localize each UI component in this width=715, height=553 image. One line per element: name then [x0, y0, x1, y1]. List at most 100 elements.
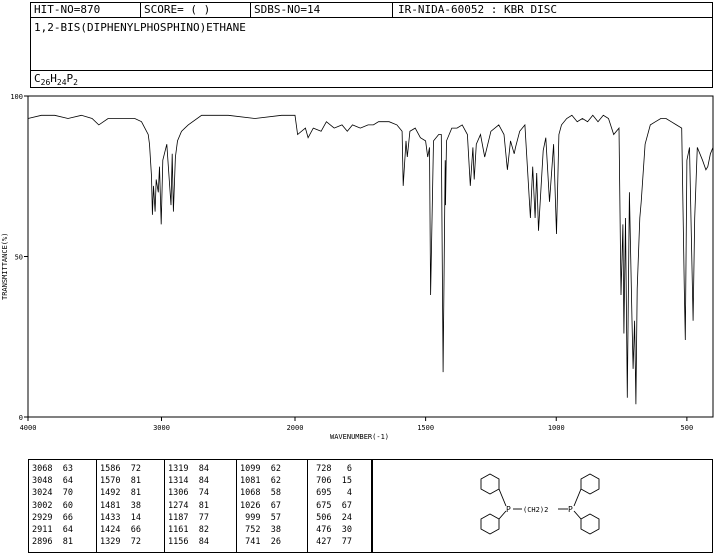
peak-wavenumber: 1026	[240, 500, 261, 511]
peak-intensity: 14	[120, 512, 141, 523]
peak-wavenumber: 728	[311, 464, 332, 474]
peak-entry: 695 4	[311, 488, 352, 499]
peak-entry: 1424 66	[100, 525, 141, 536]
peak-intensity: 60	[52, 500, 73, 511]
phenyl-ring-upper-left	[480, 473, 500, 495]
peak-entry: 1274 81	[168, 501, 209, 512]
peak-entry: 741 26	[240, 537, 281, 548]
phosphorus-right: P	[568, 505, 573, 514]
y-tick-label: 50	[15, 254, 23, 262]
peak-wavenumber: 476	[311, 525, 332, 535]
peak-intensity: 74	[188, 488, 209, 499]
peak-intensity: 15	[331, 476, 352, 487]
peak-wavenumber: 1481	[100, 500, 121, 511]
peak-wavenumber: 706	[311, 476, 332, 487]
peak-intensity: 6	[331, 464, 352, 474]
peak-wavenumber: 1319	[168, 464, 189, 474]
peak-intensity: 72	[120, 464, 141, 474]
peak-intensity: 66	[52, 512, 73, 523]
peak-entry: 2929 66	[32, 513, 73, 524]
x-axis-ticks: 4000 3000 2000 1500 1000 500	[20, 417, 693, 432]
structure-diagram: P (CH2)2 P	[480, 473, 600, 535]
peak-wavenumber: 1156	[168, 537, 189, 548]
peak-entry: 1570 81	[100, 476, 141, 487]
peak-entry: 3002 60	[32, 501, 73, 512]
peak-entry: 427 77	[311, 537, 352, 548]
peak-entry: 1099 62	[240, 464, 281, 475]
peak-entry: 1306 74	[168, 488, 209, 499]
spectrum-line	[27, 114, 714, 405]
peak-wavenumber: 427	[311, 537, 332, 548]
peak-entry: 1586 72	[100, 464, 141, 475]
ethylene-bridge: (CH2)2	[523, 506, 548, 514]
peak-intensity: 67	[260, 500, 281, 511]
peak-intensity: 64	[52, 525, 73, 535]
peak-entry: 476 30	[311, 525, 352, 536]
peak-entry: 752 38	[240, 525, 281, 536]
y-axis-ticks: 100 50 0	[10, 93, 28, 422]
peak-intensity: 82	[188, 525, 209, 535]
phenyl-ring-lower-right	[580, 513, 600, 535]
peak-intensity: 38	[260, 525, 281, 535]
peak-wavenumber: 1081	[240, 476, 261, 487]
peak-intensity: 57	[260, 512, 281, 523]
peak-wavenumber: 1570	[100, 476, 121, 487]
peak-entry: 706 15	[311, 476, 352, 487]
peak-entry: 2911 64	[32, 525, 73, 536]
peak-entry: 3068 63	[32, 464, 73, 475]
peak-entry: 999 57	[240, 513, 281, 524]
y-tick-label: 100	[10, 93, 23, 101]
peak-entry: 1492 81	[100, 488, 141, 499]
peak-entry: 506 24	[311, 513, 352, 524]
peak-entry: 2896 81	[32, 537, 73, 548]
peak-intensity: 30	[331, 525, 352, 535]
peak-intensity: 72	[120, 537, 141, 548]
peak-intensity: 24	[331, 512, 352, 523]
peak-entry: 1068 58	[240, 488, 281, 499]
peak-entry: 1433 14	[100, 513, 141, 524]
peak-wavenumber: 1068	[240, 488, 261, 499]
peak-intensity: 38	[120, 500, 141, 511]
peak-intensity: 66	[120, 525, 141, 535]
phenyl-ring-lower-left	[480, 513, 500, 535]
peak-entry: 3024 70	[32, 488, 73, 499]
bond	[573, 488, 582, 507]
peak-entry: 1329 72	[100, 537, 141, 548]
peak-wavenumber: 3024	[32, 488, 53, 499]
peak-wavenumber: 2896	[32, 537, 53, 548]
peak-wavenumber: 1424	[100, 525, 121, 535]
peak-wavenumber: 3002	[32, 500, 53, 511]
peak-wavenumber: 695	[311, 488, 332, 499]
peak-wavenumber: 1274	[168, 500, 189, 511]
x-tick-label: 4000	[20, 424, 37, 432]
peak-entry: 675 67	[311, 501, 352, 512]
peak-wavenumber: 1306	[168, 488, 189, 499]
peak-wavenumber: 2911	[32, 525, 53, 535]
peak-intensity: 26	[260, 537, 281, 548]
peak-entry: 1187 77	[168, 513, 209, 524]
peak-intensity: 81	[188, 500, 209, 511]
peak-intensity: 77	[331, 537, 352, 548]
peak-intensity: 58	[260, 488, 281, 499]
peak-entry: 1156 84	[168, 537, 209, 548]
x-tick-label: 2000	[287, 424, 304, 432]
x-tick-label: 1000	[548, 424, 565, 432]
plot-frame	[27, 95, 714, 418]
peak-wavenumber: 675	[311, 500, 332, 511]
peak-intensity: 81	[52, 537, 73, 548]
peak-wavenumber: 2929	[32, 512, 53, 523]
bond	[573, 510, 582, 520]
peak-intensity: 84	[188, 476, 209, 487]
peak-intensity: 4	[331, 488, 352, 499]
peak-wavenumber: 752	[240, 525, 261, 535]
peak-entry: 1161 82	[168, 525, 209, 536]
peak-entry: 3048 64	[32, 476, 73, 487]
peak-wavenumber: 1314	[168, 476, 189, 487]
peak-intensity: 77	[188, 512, 209, 523]
x-tick-label: 3000	[153, 424, 170, 432]
peak-wavenumber: 999	[240, 512, 261, 523]
phosphorus-left: P	[506, 505, 511, 514]
peak-table-sep-4	[307, 459, 308, 553]
peak-wavenumber: 1161	[168, 525, 189, 535]
peak-intensity: 81	[120, 476, 141, 487]
